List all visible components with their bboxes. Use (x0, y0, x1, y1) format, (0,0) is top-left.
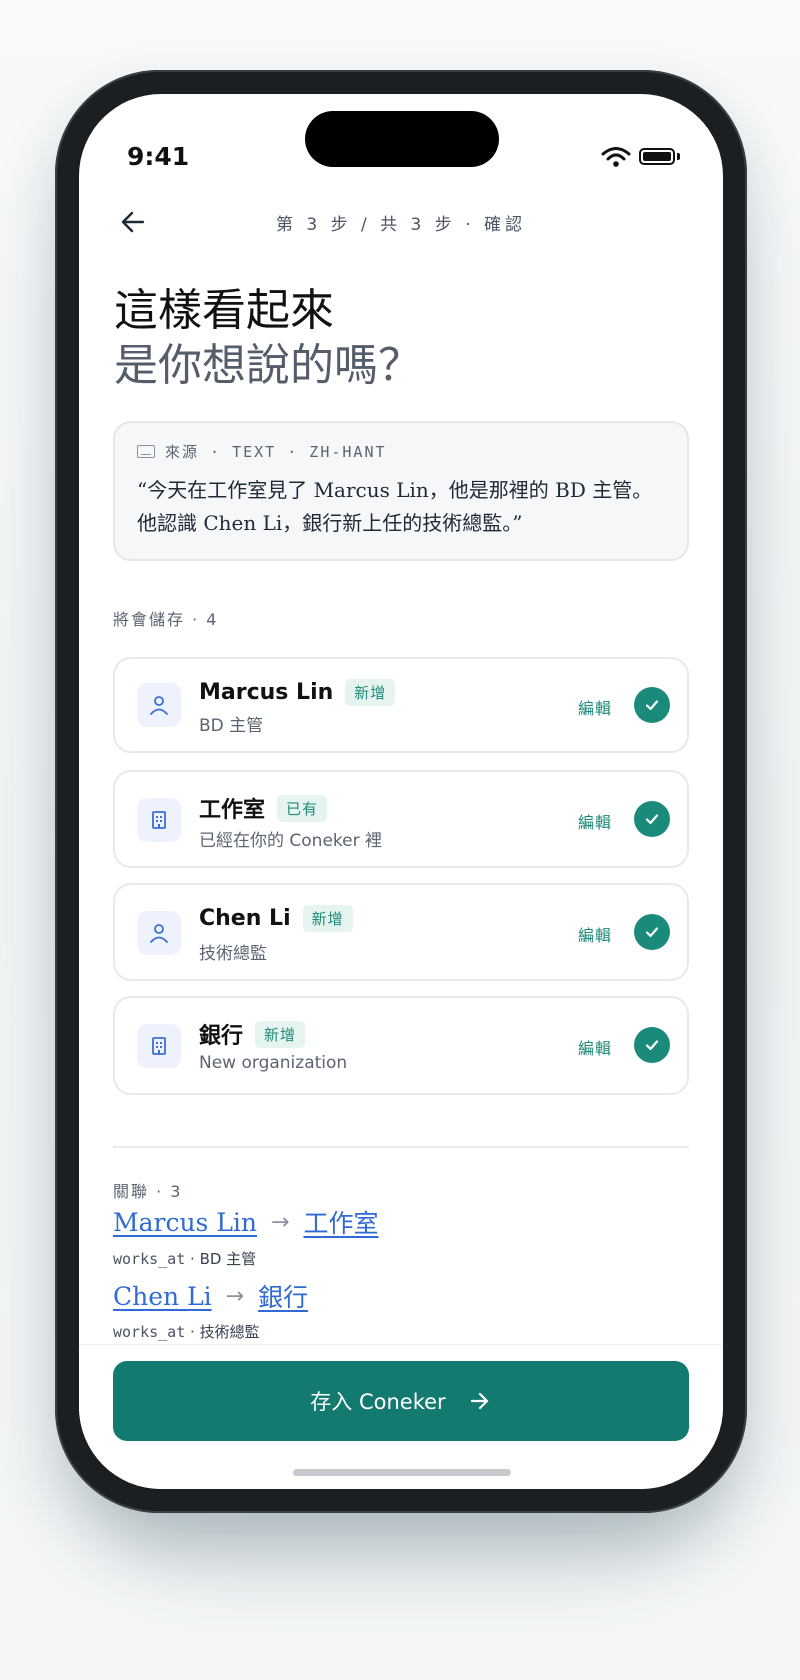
entity-name-row: Chen Li 新增 (199, 905, 353, 932)
building-icon (137, 1024, 181, 1068)
page-subtitle: 是你想說的嗎？ (114, 340, 422, 391)
entity-name: 工作室 (199, 798, 266, 823)
status-badge: 新增 (345, 679, 396, 706)
relation-from-link[interactable]: Marcus Lin (113, 1208, 257, 1237)
person-icon (137, 683, 181, 727)
dynamic-island (305, 111, 499, 167)
check-toggle[interactable] (634, 1027, 670, 1063)
relation-detail: works_at · 技術總監 (113, 1321, 260, 1342)
keyboard-icon (137, 445, 155, 458)
save-button-label: 存入 Coneker (310, 1390, 446, 1414)
relation-type: works_at (113, 1323, 186, 1341)
arrow-right-icon: → (225, 1283, 245, 1309)
entity-card-marcus-lin[interactable]: Marcus Lin 新增 BD 主管 編輯 (113, 657, 689, 753)
status-badge: 新增 (302, 905, 353, 932)
wifi-icon (601, 147, 631, 167)
step-indicator: 第 3 步 / 共 3 步 · 確認 (276, 215, 526, 235)
edit-button[interactable]: 編輯 (578, 695, 612, 719)
relation-detail-text: BD 主管 (199, 1250, 257, 1268)
person-icon (137, 911, 181, 955)
relation-detail-text: 技術總監 (199, 1323, 260, 1341)
source-label: 來源 · TEXT · ZH-HANT (165, 443, 387, 461)
source-quote: “今天在工作室見了 Marcus Lin，他是那裡的 BD 主管。他認識 Che… (137, 478, 653, 535)
relation-to-link[interactable]: 工作室 (303, 1204, 378, 1240)
separator-dot: · (190, 1250, 200, 1268)
section-divider (113, 1146, 689, 1148)
checkmark-icon (645, 700, 659, 711)
edit-button[interactable]: 編輯 (578, 1035, 612, 1059)
phone-frame: 9:41 第 3 步 / 共 3 步 · 確認 這樣看起來 是你想說的嗎？ 來源… (55, 70, 747, 1513)
relation-detail: works_at · BD 主管 (113, 1248, 256, 1269)
entity-name-row: Marcus Lin 新增 (199, 679, 396, 706)
entity-card-bank[interactable]: 銀行 新增 New organization 編輯 (113, 996, 689, 1095)
relations-section-label: 關聯 · 3 (113, 1182, 183, 1201)
checkmark-icon (645, 927, 659, 938)
app-screen: 9:41 第 3 步 / 共 3 步 · 確認 這樣看起來 是你想說的嗎？ 來源… (79, 94, 723, 1489)
entity-name: Chen Li (199, 906, 291, 931)
entity-name: 銀行 (199, 1024, 244, 1049)
check-toggle[interactable] (634, 914, 670, 950)
relation-row: Marcus Lin → 工作室 (113, 1204, 378, 1240)
relation-to-link[interactable]: 銀行 (258, 1278, 308, 1314)
status-time: 9:41 (127, 142, 190, 171)
source-card: 來源 · TEXT · ZH-HANT “今天在工作室見了 Marcus Lin… (113, 421, 689, 561)
check-toggle[interactable] (634, 801, 670, 837)
entity-subtitle: BD 主管 (199, 716, 264, 736)
entity-subtitle: 已經在你的 Coneker 裡 (199, 831, 382, 851)
save-to-coneker-button[interactable]: 存入 Coneker (113, 1361, 689, 1441)
source-header: 來源 · TEXT · ZH-HANT (137, 441, 665, 462)
relation-row: Chen Li → 銀行 (113, 1278, 308, 1314)
relation-type: works_at (113, 1250, 186, 1268)
arrow-right-icon (470, 1392, 488, 1410)
home-indicator[interactable] (293, 1469, 511, 1476)
relation-from-link[interactable]: Chen Li (113, 1282, 212, 1311)
entity-subtitle: 技術總監 (199, 944, 267, 964)
edit-button[interactable]: 編輯 (578, 922, 612, 946)
check-toggle[interactable] (634, 687, 670, 723)
entities-section-label: 將會儲存 · 4 (113, 610, 219, 629)
entity-name-row: 銀行 新增 (199, 1018, 306, 1050)
entity-name-row: 工作室 已有 (199, 792, 328, 824)
edit-button[interactable]: 編輯 (578, 809, 612, 833)
entity-card-chen-li[interactable]: Chen Li 新增 技術總監 編輯 (113, 883, 689, 981)
status-badge: 已有 (277, 794, 328, 822)
entity-subtitle: New organization (199, 1053, 348, 1073)
separator-dot: · (190, 1323, 200, 1341)
checkmark-icon (645, 1040, 659, 1051)
building-icon (137, 798, 181, 842)
status-badge: 新增 (255, 1020, 306, 1048)
entity-card-studio[interactable]: 工作室 已有 已經在你的 Coneker 裡 編輯 (113, 770, 689, 868)
checkmark-icon (645, 814, 659, 825)
battery-icon (639, 148, 675, 165)
arrow-right-icon: → (271, 1209, 290, 1235)
battery-cap (677, 153, 680, 160)
entity-name: Marcus Lin (199, 680, 334, 705)
